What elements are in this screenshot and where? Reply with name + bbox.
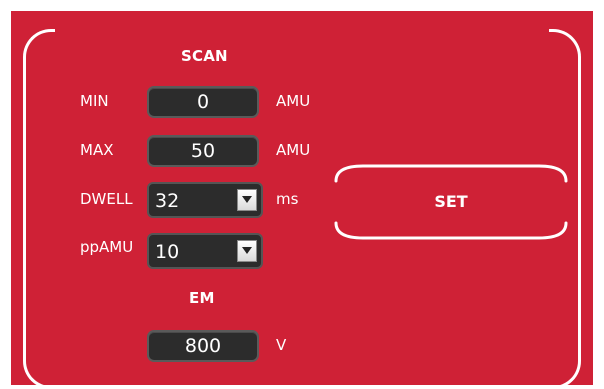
em-header: EM — [189, 289, 215, 307]
dwell-value: 32 — [155, 190, 180, 212]
ppamu-value: 10 — [155, 241, 180, 263]
dwell-unit: ms — [276, 190, 299, 208]
frame-left-bracket — [23, 29, 55, 389]
scan-header: SCAN — [181, 47, 228, 65]
max-field[interactable]: 50 — [147, 135, 259, 167]
max-unit: AMU — [276, 141, 311, 159]
ppamu-select[interactable]: 10 — [147, 233, 263, 269]
em-field[interactable]: 800 — [147, 330, 259, 362]
em-unit: V — [276, 336, 287, 354]
max-label: MAX — [80, 141, 114, 159]
chevron-down-icon[interactable] — [237, 189, 257, 211]
dwell-label: DWELL — [80, 190, 133, 208]
set-button[interactable]: SET — [333, 163, 569, 241]
min-label: MIN — [80, 92, 109, 110]
min-field[interactable]: 0 — [147, 86, 259, 118]
chevron-down-icon[interactable] — [237, 240, 257, 262]
min-unit: AMU — [276, 92, 311, 110]
dwell-select[interactable]: 32 — [147, 182, 263, 218]
set-button-label: SET — [434, 192, 468, 211]
ppamu-label: ppAMU — [80, 238, 134, 256]
